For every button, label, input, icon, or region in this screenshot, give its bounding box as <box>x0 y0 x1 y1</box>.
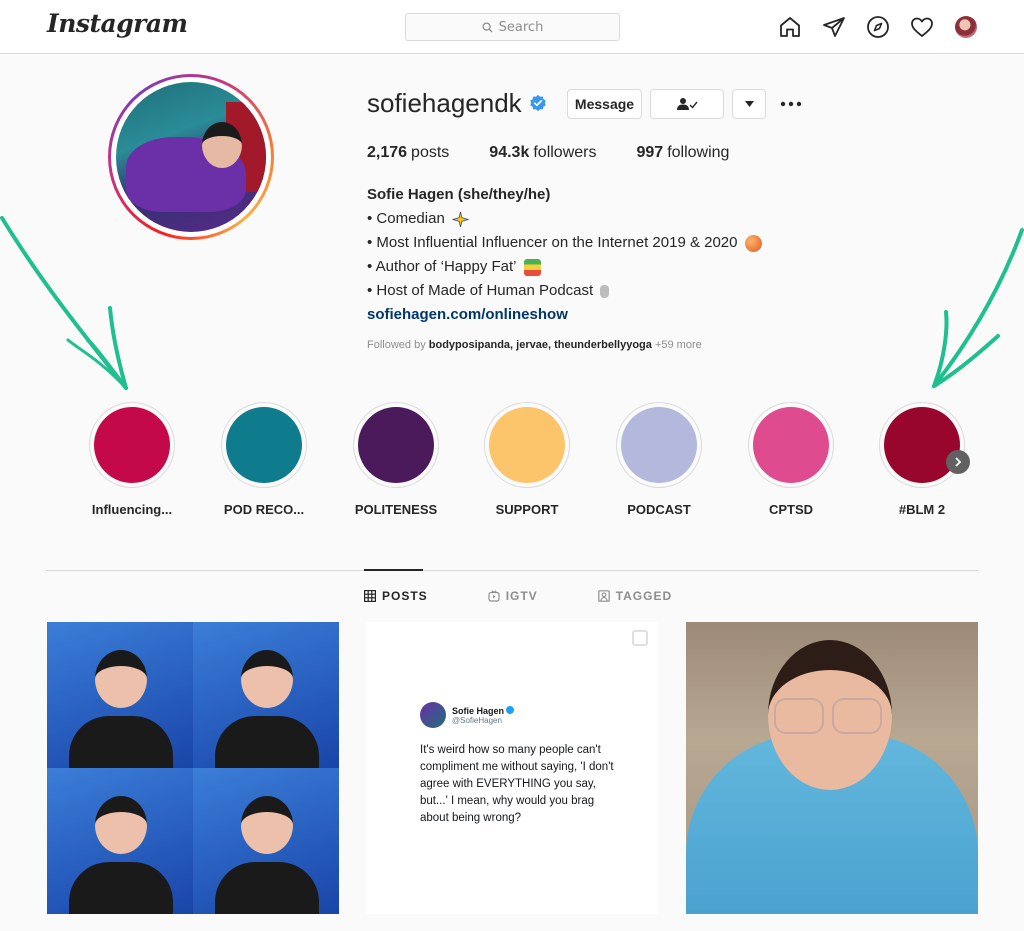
highlight-label: POD RECO... <box>223 502 305 517</box>
tweet-screenshot: Sofie Hagen @SofieHagen It's weird how s… <box>420 702 616 827</box>
profile-photo <box>116 82 266 232</box>
highlight-label: CPTSD <box>768 502 814 517</box>
highlight-cover <box>753 407 829 483</box>
carousel-icon <box>632 630 648 646</box>
highlight-cover <box>226 407 302 483</box>
highlight-pod-reco[interactable]: POD RECO... <box>221 402 307 517</box>
igtv-icon <box>488 590 500 602</box>
annotation-arrow-right <box>932 228 1024 388</box>
highlights-next-button[interactable] <box>946 450 970 474</box>
top-navigation-bar: Instagram Search <box>0 0 1024 54</box>
verified-badge-icon <box>530 94 546 112</box>
highlight-podcast[interactable]: PODCAST <box>616 402 702 517</box>
suggested-accounts-dropdown[interactable] <box>732 89 766 119</box>
nav-icons <box>777 14 979 40</box>
microphone-emoji-icon <box>600 284 610 298</box>
following-check-icon <box>677 98 698 110</box>
books-emoji-icon <box>523 258 541 276</box>
tab-posts[interactable]: POSTS <box>364 589 428 603</box>
following-link[interactable]: 997 following <box>636 144 729 162</box>
profile-stats: 2,176 posts 94.3k followers 997 following <box>367 144 769 162</box>
highlight-cover <box>358 407 434 483</box>
highlight-cptsd[interactable]: CPTSD <box>748 402 834 517</box>
tweet-author-handle: @SofieHagen <box>452 715 502 725</box>
highlight-influencing[interactable]: Influencing... <box>89 402 175 517</box>
highlight-cover <box>884 407 960 483</box>
chevron-right-icon <box>955 457 962 467</box>
search-input[interactable]: Search <box>405 13 620 41</box>
bio-line: • Author of ‘Happy Fat’ <box>367 255 762 279</box>
tabs-divider <box>46 570 978 571</box>
search-placeholder: Search <box>498 19 544 35</box>
heart-icon[interactable] <box>909 14 935 40</box>
profile-username: sofiehagendk <box>367 88 522 118</box>
tweet-author-name: Sofie Hagen <box>452 705 505 716</box>
profile-picture[interactable] <box>108 74 274 240</box>
direct-icon[interactable] <box>821 14 847 40</box>
highlight-cover <box>621 407 697 483</box>
annotation-arrow-left <box>0 216 128 390</box>
post-thumbnail[interactable] <box>686 622 978 914</box>
avatar <box>955 16 977 38</box>
followers-link[interactable]: 94.3k followers <box>489 144 596 162</box>
posts-count: 2,176 posts <box>367 144 450 161</box>
followed-by-text[interactable]: Followed by bodyposipanda, jervae, theun… <box>367 339 702 351</box>
highlight-label: SUPPORT <box>495 502 559 517</box>
profile-bio: Sofie Hagen (she/they/he) • Comedian • M… <box>367 183 762 327</box>
following-button[interactable] <box>650 89 724 119</box>
chevron-down-icon <box>744 101 754 107</box>
tweet-text: It's weird how so many people can't comp… <box>420 744 614 824</box>
bio-line: • Comedian <box>367 207 762 231</box>
profile-avatar[interactable] <box>953 14 979 40</box>
explore-icon[interactable] <box>865 14 891 40</box>
grid-icon <box>364 590 376 602</box>
profile-website-link[interactable]: sofiehagen.com/onlineshow <box>367 303 762 327</box>
highlight-support[interactable]: SUPPORT <box>484 402 570 517</box>
highlight-label: Influencing... <box>91 502 173 517</box>
tagged-icon <box>597 590 610 602</box>
search-icon <box>482 21 493 33</box>
highlight-cover <box>489 407 565 483</box>
tab-igtv[interactable]: IGTV <box>488 589 538 603</box>
tab-tagged[interactable]: TAGGED <box>597 589 672 603</box>
peach-emoji-icon <box>744 234 762 252</box>
home-icon[interactable] <box>777 14 803 40</box>
bio-line: • Host of Made of Human Podcast <box>367 279 762 303</box>
highlight-label: PODCAST <box>627 502 691 517</box>
message-button[interactable]: Message <box>567 89 642 119</box>
active-tab-indicator <box>364 569 423 571</box>
tweet-avatar <box>420 702 446 728</box>
profile-tabs: POSTS IGTV TAGGED <box>364 589 672 603</box>
post-thumbnail[interactable] <box>47 622 339 914</box>
bio-line: • Most Influential Influencer on the Int… <box>367 231 762 255</box>
profile-display-name: Sofie Hagen (she/they/he) <box>367 186 551 203</box>
instagram-logo[interactable]: Instagram <box>47 9 188 38</box>
more-options-icon[interactable] <box>779 95 803 113</box>
highlight-label: POLITENESS <box>354 502 438 517</box>
highlight-label: #BLM 2 <box>898 502 946 517</box>
post-thumbnail[interactable]: Sofie Hagen @SofieHagen It's weird how s… <box>366 622 658 914</box>
highlight-politeness[interactable]: POLITENESS <box>353 402 439 517</box>
tweet-verified-icon <box>506 705 515 714</box>
sparkles-emoji-icon <box>451 211 469 227</box>
highlight-cover <box>94 407 170 483</box>
story-highlights: Influencing... POD RECO... POLITENESS SU… <box>89 402 969 522</box>
